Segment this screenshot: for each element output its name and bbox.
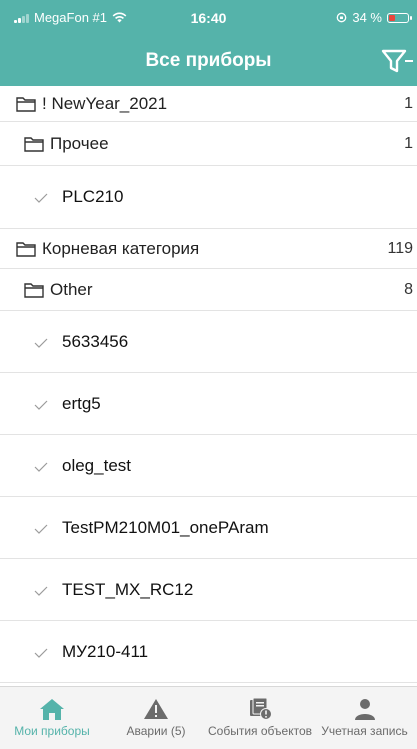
tab-object-events[interactable]: События объектов xyxy=(208,687,312,749)
folder-icon xyxy=(16,97,36,112)
device-list: ! NewYear_2021 1 Прочее 1 PLC210 Корнева… xyxy=(0,86,417,686)
tab-label: События объектов xyxy=(208,724,312,738)
account-icon xyxy=(354,699,375,720)
device-row[interactable]: TEST_MX_RC12 xyxy=(0,559,417,621)
warning-icon xyxy=(144,699,168,719)
check-icon xyxy=(34,338,48,348)
device-label: oleg_test xyxy=(62,456,131,475)
device-row[interactable]: 5633456 xyxy=(0,311,417,373)
device-row[interactable]: PLC210 xyxy=(0,166,417,229)
orientation-lock-icon xyxy=(337,12,347,23)
category-label: Other xyxy=(50,280,93,299)
category-row[interactable]: Корневая категория 119 xyxy=(0,229,417,269)
tab-alarms[interactable]: Аварии (5) xyxy=(104,687,208,749)
filter-icon xyxy=(381,49,413,73)
device-row[interactable]: ertg5 xyxy=(0,373,417,435)
title-row: Все приборы xyxy=(0,38,417,86)
check-icon xyxy=(34,462,48,472)
category-count: 1 xyxy=(404,135,413,152)
device-row[interactable]: МУ210-411 xyxy=(0,621,417,683)
battery-percent: 34 % xyxy=(352,10,382,25)
device-label: 5633456 xyxy=(62,332,129,351)
device-label: МУ210-411 xyxy=(62,642,149,661)
check-icon xyxy=(34,648,48,658)
battery-level-fill xyxy=(389,14,395,21)
device-label: TEST_MX_RC12 xyxy=(62,580,194,599)
status-bar: MegaFon #1 16:40 34 % xyxy=(0,0,417,38)
category-row[interactable]: Other 8 xyxy=(0,269,417,311)
category-label: ! NewYear_2021 xyxy=(42,94,168,113)
category-count: 1 xyxy=(404,95,413,112)
folder-icon xyxy=(24,137,44,152)
page-title: Все приборы xyxy=(145,50,272,71)
tab-bar: Мои приборы Аварии (5) События объектов xyxy=(0,686,417,749)
folder-icon xyxy=(24,283,44,298)
category-label: Корневая категория xyxy=(42,239,200,258)
tab-label: Учетная запись xyxy=(321,724,408,738)
folder-icon xyxy=(16,242,36,257)
tab-label: Аварии (5) xyxy=(126,724,186,738)
check-icon xyxy=(34,193,48,203)
category-row[interactable]: ! NewYear_2021 1 xyxy=(0,86,417,122)
filter-button[interactable] xyxy=(377,45,413,79)
device-label: ertg5 xyxy=(62,394,101,413)
device-label: TestPM210M01_onePAram xyxy=(62,518,269,537)
category-count: 119 xyxy=(387,240,413,257)
device-row[interactable]: oleg_test xyxy=(0,435,417,497)
tab-account[interactable]: Учетная запись xyxy=(312,687,417,749)
category-row[interactable]: Прочее 1 xyxy=(0,122,417,166)
status-right: 34 % xyxy=(336,10,412,25)
device-row[interactable]: TestPM210M01_onePAram xyxy=(0,497,417,559)
events-icon xyxy=(250,697,272,720)
tab-my-devices[interactable]: Мои приборы xyxy=(0,687,104,749)
device-label: PLC210 xyxy=(62,187,124,206)
home-icon xyxy=(40,699,64,720)
tab-label: Мои приборы xyxy=(14,724,90,738)
check-icon xyxy=(34,400,48,410)
category-count: 8 xyxy=(404,281,413,298)
app-screen: MegaFon #1 16:40 34 % Все приборы ! NewY… xyxy=(0,0,417,749)
top-bar: MegaFon #1 16:40 34 % Все приборы xyxy=(0,0,417,86)
category-label: Прочее xyxy=(50,134,109,153)
check-icon xyxy=(34,524,48,534)
battery-icon xyxy=(387,12,412,23)
check-icon xyxy=(34,586,48,596)
